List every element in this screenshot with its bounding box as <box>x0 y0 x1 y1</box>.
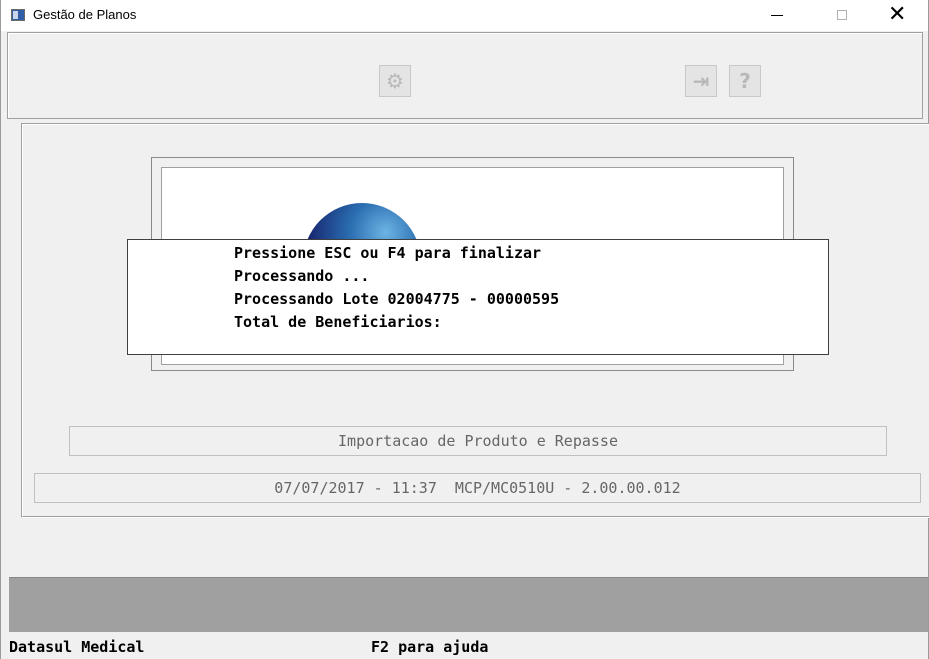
minimize-icon <box>771 15 783 16</box>
application-window: Gestão de Planos ✕ ⚙ ⇥ ? Pressione ESC o… <box>0 0 929 659</box>
version-info-field: 07/07/2017 - 11:37 MCP/MC0510U - 2.00.00… <box>34 473 921 503</box>
program-name-field: Importacao de Produto e Repasse <box>69 426 887 456</box>
close-button[interactable]: ✕ <box>874 0 920 31</box>
window-title: Gestão de Planos <box>33 7 137 22</box>
title-bar[interactable]: Gestão de Planos ✕ <box>1 0 928 31</box>
dialog-batch-status: Processando Lote 02004775 - 00000595 <box>234 290 560 308</box>
status-company: Datasul Medical <box>9 638 145 656</box>
message-area <box>9 577 928 632</box>
app-icon <box>11 9 25 21</box>
dialog-processing-status: Processando ... <box>234 267 370 285</box>
maximize-button[interactable] <box>820 0 866 31</box>
exit-button[interactable]: ⇥ <box>685 65 717 97</box>
close-icon: ✕ <box>888 2 907 27</box>
minimize-button[interactable] <box>754 0 800 31</box>
maximize-icon <box>837 10 847 20</box>
gears-icon: ⚙ <box>386 69 404 93</box>
dialog-beneficiaries-total: Total de Beneficiarios: <box>234 313 442 331</box>
status-help-hint: F2 para ajuda <box>371 638 489 656</box>
exit-door-icon: ⇥ <box>692 69 710 93</box>
dialog-finish-hint: Pressione ESC ou F4 para finalizar <box>234 244 542 262</box>
help-icon: ? <box>739 69 751 93</box>
process-button[interactable]: ⚙ <box>379 65 411 97</box>
processing-dialog: Pressione ESC ou F4 para finalizar Proce… <box>127 239 829 355</box>
toolbar: ⚙ ⇥ ? <box>7 32 923 119</box>
help-button[interactable]: ? <box>729 65 761 97</box>
status-bar: Datasul Medical F2 para ajuda <box>1 632 928 659</box>
